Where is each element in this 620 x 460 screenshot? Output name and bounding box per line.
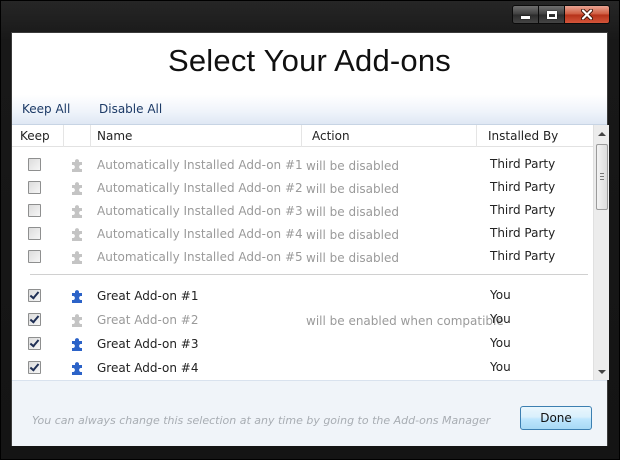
keep-checkbox[interactable] [28, 289, 41, 302]
addon-name: Great Add-on #3 [97, 337, 199, 351]
footer: You can always change this selection at … [12, 380, 607, 446]
keep-checkbox[interactable] [28, 250, 41, 263]
addon-name: Automatically Installed Add-on #4 [97, 227, 303, 241]
column-header-name[interactable]: Name [97, 125, 132, 147]
group-divider [30, 274, 588, 275]
keep-checkbox[interactable] [28, 158, 41, 171]
addon-action: will be disabled [306, 159, 399, 173]
column-header-action[interactable]: Action [312, 125, 350, 147]
addon-action: will be disabled [306, 205, 399, 219]
column-separator [90, 125, 91, 147]
keep-all-button[interactable]: Keep All [22, 102, 70, 116]
addon-name: Great Add-on #4 [97, 361, 199, 375]
caption-buttons [512, 5, 610, 24]
addon-name: Automatically Installed Add-on #2 [97, 181, 303, 195]
column-separator [301, 125, 302, 147]
addon-installed-by: You [490, 312, 511, 326]
addon-row[interactable]: Automatically Installed Add-on #5 will be… [12, 246, 593, 269]
column-header-installed-by[interactable]: Installed By [488, 125, 558, 147]
keep-checkbox[interactable] [28, 313, 41, 326]
addon-installed-by: Third Party [490, 203, 556, 217]
addon-row[interactable]: Automatically Installed Add-on #1 will be… [12, 154, 593, 177]
scrollbar-thumb[interactable] [596, 144, 608, 210]
keep-checkbox[interactable] [28, 181, 41, 194]
addon-row[interactable]: Great Add-on #2 will be enabled when comp… [12, 309, 593, 332]
addon-installed-by: You [490, 288, 511, 302]
scroll-up-button[interactable] [594, 125, 609, 142]
vertical-scrollbar[interactable] [593, 125, 609, 380]
puzzle-icon [72, 290, 82, 303]
page-title: Select Your Add-ons [167, 43, 451, 78]
puzzle-icon [72, 205, 82, 218]
keep-checkbox[interactable] [28, 361, 41, 374]
addon-installed-by: You [490, 336, 511, 350]
addon-row[interactable]: Automatically Installed Add-on #4 will be… [12, 223, 593, 246]
addon-row[interactable]: Great Add-on #4 You [12, 357, 593, 380]
close-button[interactable] [565, 5, 610, 24]
footer-hint: You can always change this selection at … [32, 414, 491, 427]
addon-name: Automatically Installed Add-on #1 [97, 158, 303, 172]
addon-installed-by: Third Party [490, 157, 556, 171]
list-header: Keep Name Action Installed By [12, 125, 593, 147]
addon-row[interactable]: Great Add-on #1 You [12, 285, 593, 308]
done-button[interactable]: Done [520, 406, 592, 430]
addon-row[interactable]: Automatically Installed Add-on #3 will be… [12, 200, 593, 223]
addon-row[interactable]: Great Add-on #3 You [12, 333, 593, 356]
addon-name: Great Add-on #1 [97, 289, 199, 303]
puzzle-icon [72, 159, 82, 172]
minimize-button[interactable] [512, 5, 539, 24]
addon-action: will be disabled [306, 251, 399, 265]
addon-installed-by: Third Party [490, 226, 556, 240]
grip-line [600, 173, 604, 174]
dialog-window: Select Your Add-ons Keep All Disable All… [0, 0, 620, 460]
arrow-down-icon [598, 369, 606, 374]
puzzle-icon [72, 228, 82, 241]
keep-checkbox[interactable] [28, 204, 41, 217]
grip-line [600, 179, 604, 180]
column-separator [63, 125, 64, 147]
keep-checkbox[interactable] [28, 227, 41, 240]
maximize-icon [546, 10, 557, 19]
column-header-keep[interactable]: Keep [20, 125, 50, 147]
dialog-content: Select Your Add-ons Keep All Disable All… [11, 32, 609, 446]
addon-row[interactable]: Automatically Installed Add-on #2 will be… [12, 177, 593, 200]
puzzle-icon [72, 314, 82, 327]
addon-installed-by: Third Party [490, 180, 556, 194]
addon-name: Automatically Installed Add-on #5 [97, 250, 303, 264]
addon-installed-by: You [490, 360, 511, 374]
puzzle-icon [72, 362, 82, 375]
close-icon [581, 9, 593, 20]
addon-action: will be disabled [306, 182, 399, 196]
addon-name: Great Add-on #2 [97, 313, 199, 327]
addon-installed-by: Third Party [490, 249, 556, 263]
arrow-up-icon [598, 131, 606, 136]
column-separator [476, 125, 477, 147]
puzzle-icon [72, 182, 82, 195]
toolbar: Keep All Disable All [12, 95, 607, 125]
puzzle-icon [72, 338, 82, 351]
keep-checkbox[interactable] [28, 337, 41, 350]
addon-action: will be enabled when compatible [306, 314, 504, 328]
maximize-button[interactable] [539, 5, 565, 24]
scroll-down-button[interactable] [594, 363, 609, 380]
addon-name: Automatically Installed Add-on #3 [97, 204, 303, 218]
addon-action: will be disabled [306, 228, 399, 242]
disable-all-button[interactable]: Disable All [99, 102, 162, 116]
puzzle-icon [72, 251, 82, 264]
addon-list: Keep Name Action Installed By Automatica… [12, 125, 609, 380]
minimize-icon [521, 16, 530, 19]
grip-line [600, 176, 604, 177]
